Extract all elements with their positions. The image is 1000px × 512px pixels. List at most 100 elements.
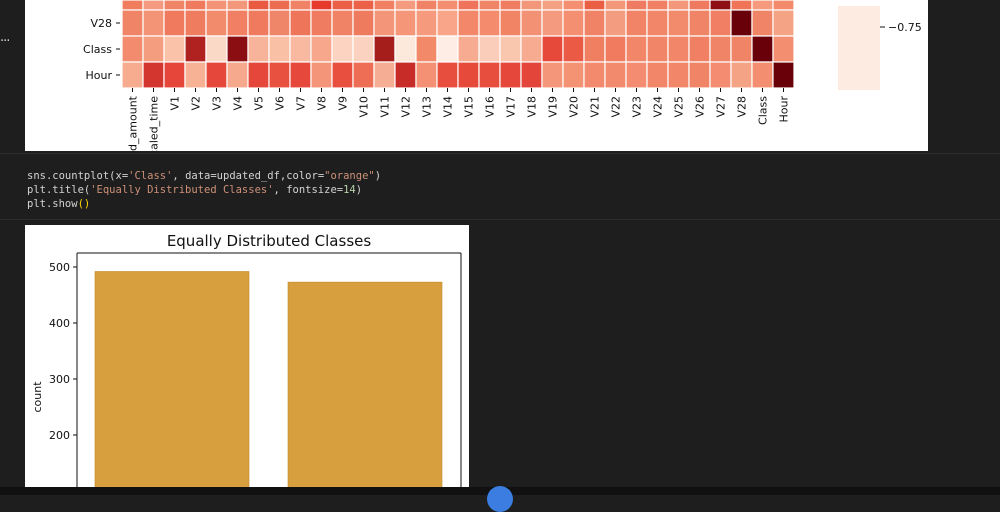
heatmap-cell xyxy=(373,9,396,37)
heatmap-cell xyxy=(709,35,732,63)
heatmap-cell xyxy=(646,9,669,37)
heatmap-col-label: V22 xyxy=(610,96,623,118)
heatmap-cell xyxy=(646,0,669,11)
heatmap-col-label: V20 xyxy=(568,96,581,118)
heatmap-cell xyxy=(499,61,522,89)
heatmap-cell xyxy=(751,61,774,89)
heatmap-cell xyxy=(520,35,543,63)
heatmap-row-label: Hour xyxy=(86,69,113,82)
heatmap-row-label: V28 xyxy=(90,17,112,30)
heatmap-cell xyxy=(205,61,228,89)
heatmap-cell xyxy=(688,35,711,63)
heatmap-cell xyxy=(709,0,732,11)
cell-more-actions-icon[interactable]: ... xyxy=(0,30,14,45)
heatmap-cell xyxy=(436,35,459,63)
heatmap-cell xyxy=(730,9,753,37)
cell-divider xyxy=(0,219,1000,220)
bar xyxy=(94,271,250,496)
heatmap-cell xyxy=(394,35,417,63)
heatmap-cell xyxy=(310,9,333,37)
heatmap-cell xyxy=(688,61,711,89)
heatmap-col-label: V14 xyxy=(442,96,455,118)
heatmap-cell xyxy=(457,61,480,89)
countplot-chart: Equally Distributed Classes count 100200… xyxy=(31,232,462,498)
heatmap-cell xyxy=(247,9,270,37)
heatmap-cell xyxy=(688,0,711,11)
heatmap-cell xyxy=(394,0,417,11)
correlation-heatmap: V28 Class Hour scaled_amount scaled_time V1 V2… xyxy=(83,0,922,179)
heatmap-cell xyxy=(646,35,669,63)
heatmap-cell xyxy=(499,0,522,11)
y-tick-label: 400 xyxy=(49,317,70,330)
heatmap-col-label: V12 xyxy=(400,96,413,118)
heatmap-cell xyxy=(331,35,354,63)
scroll-button[interactable] xyxy=(487,486,513,512)
heatmap-cell xyxy=(751,9,774,37)
code-cell[interactable]: sns.countplot(x='Class', data=updated_df… xyxy=(0,163,1000,218)
heatmap-cell xyxy=(583,61,606,89)
heatmap-cell xyxy=(247,35,270,63)
heatmap-cell xyxy=(667,61,690,89)
code-line-3[interactable]: plt.show() xyxy=(27,198,90,210)
heatmap-cell xyxy=(310,61,333,89)
heatmap-col-label: Class xyxy=(757,96,770,125)
y-tick-label: 500 xyxy=(49,261,70,274)
code-line-1[interactable]: sns.countplot(x='Class', data=updated_df… xyxy=(27,170,381,182)
countplot-output: Equally Distributed Classes count 100200… xyxy=(25,225,469,498)
y-axis-label: count xyxy=(31,381,44,413)
code-line-2[interactable]: plt.title('Equally Distributed Classes',… xyxy=(27,184,362,196)
heatmap-cell xyxy=(394,61,417,89)
heatmap-cell xyxy=(268,0,291,11)
heatmap-col-label: V27 xyxy=(715,96,728,118)
heatmap-cell xyxy=(709,9,732,37)
heatmap-cell xyxy=(163,35,186,63)
heatmap-cell xyxy=(520,0,543,11)
heatmap-cell xyxy=(625,0,648,11)
heatmap-col-label: V15 xyxy=(463,96,476,118)
heatmap-col-label: scaled_amount xyxy=(127,95,140,151)
heatmap-cell xyxy=(562,35,585,63)
heatmap-cell xyxy=(331,9,354,37)
heatmap-cell xyxy=(751,0,774,11)
heatmap-cell xyxy=(667,35,690,63)
heatmap-cell xyxy=(121,61,144,89)
heatmap-cell xyxy=(604,9,627,37)
heatmap-cell xyxy=(688,9,711,37)
heatmap-cell xyxy=(499,35,522,63)
heatmap-cell xyxy=(520,9,543,37)
heatmap-cell xyxy=(226,61,249,89)
heatmap-col-label: V8 xyxy=(316,96,329,111)
heatmap-cell xyxy=(310,0,333,11)
heatmap-cell xyxy=(625,9,648,37)
heatmap-cell xyxy=(331,0,354,11)
heatmap-col-label: V5 xyxy=(253,96,266,111)
heatmap-cell xyxy=(646,61,669,89)
heatmap-cell xyxy=(436,0,459,11)
heatmap-cell xyxy=(583,0,606,11)
y-tick-label: 200 xyxy=(49,429,70,442)
heatmap-col-label: V2 xyxy=(190,96,203,111)
heatmap-cell xyxy=(226,0,249,11)
heatmap-cell xyxy=(541,61,564,89)
heatmap-cell xyxy=(373,0,396,11)
heatmap-cell xyxy=(289,35,312,63)
heatmap-cell xyxy=(415,9,438,37)
heatmap-cell xyxy=(121,9,144,37)
heatmap-cell xyxy=(163,9,186,37)
bar xyxy=(287,281,443,496)
heatmap-cell xyxy=(730,61,753,89)
heatmap-cell xyxy=(142,9,165,37)
heatmap-col-label: V6 xyxy=(274,96,287,111)
heatmap-cell xyxy=(478,0,501,11)
colorbar-tick-label: −0.75 xyxy=(888,21,922,34)
heatmap-cell xyxy=(226,9,249,37)
heatmap-cell xyxy=(184,61,207,89)
heatmap-cell xyxy=(142,0,165,11)
heatmap-cell xyxy=(478,61,501,89)
heatmap-cell xyxy=(604,61,627,89)
chart-title: Equally Distributed Classes xyxy=(167,232,372,250)
heatmap-cell xyxy=(478,9,501,37)
heatmap-col-label: V24 xyxy=(652,96,665,118)
heatmap-output: V28 Class Hour scaled_amount scaled_time V1 V2… xyxy=(25,0,928,179)
heatmap-cell xyxy=(667,0,690,11)
